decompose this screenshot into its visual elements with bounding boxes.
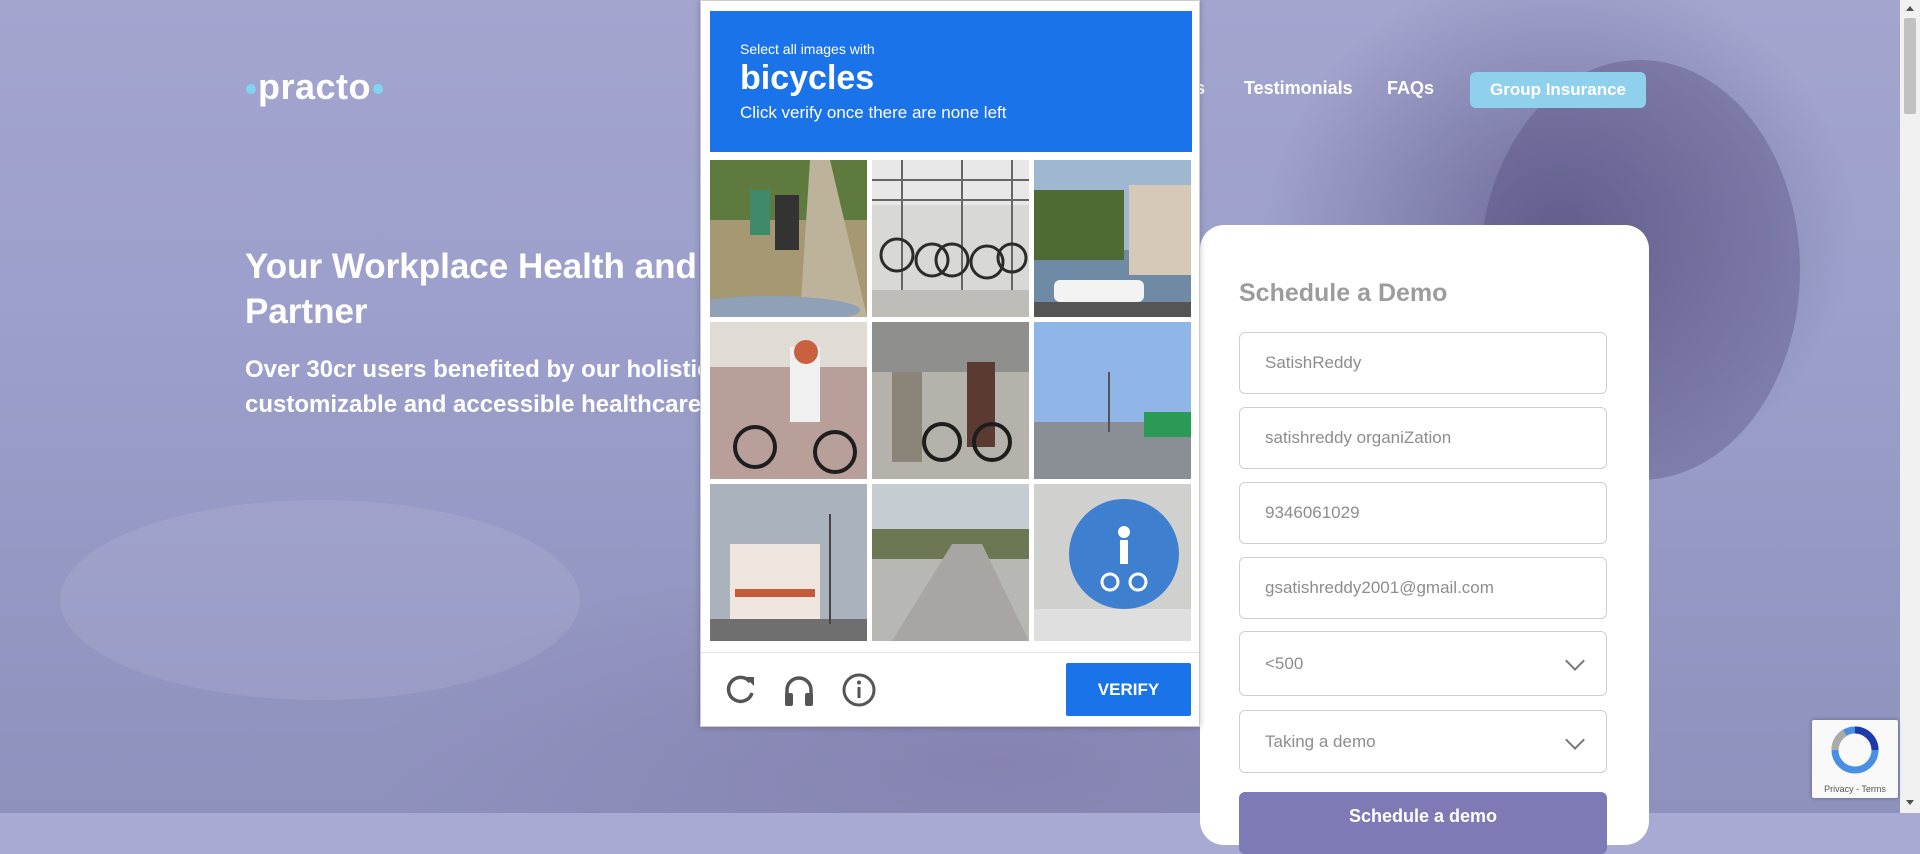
group-insurance-button[interactable]: Group Insurance bbox=[1470, 72, 1646, 108]
recaptcha-logo-icon bbox=[1831, 726, 1879, 774]
people-with-bicycle-image bbox=[872, 322, 1029, 479]
interest-select[interactable]: Taking a demo bbox=[1239, 710, 1607, 773]
road-with-bus-image bbox=[1034, 322, 1191, 479]
schedule-demo-card: Schedule a Demo SatishReddy satishreddy … bbox=[1200, 225, 1649, 854]
captcha-target-word: bicycles bbox=[740, 59, 875, 97]
captcha-instruction-header: Select all images with bicycles Click ve… bbox=[710, 11, 1192, 152]
recaptcha-privacy-terms[interactable]: Privacy - Terms bbox=[1812, 784, 1898, 794]
name-field[interactable]: SatishReddy bbox=[1239, 332, 1607, 394]
reload-icon[interactable] bbox=[721, 671, 759, 709]
bicycle-sign-image bbox=[1034, 484, 1191, 641]
page-scrollbar[interactable] bbox=[1900, 0, 1920, 813]
chevron-down-icon bbox=[1565, 730, 1585, 750]
background-blur bbox=[60, 500, 580, 700]
organization-field[interactable]: satishreddy organiZation bbox=[1239, 407, 1607, 469]
practo-logo[interactable]: practo bbox=[244, 66, 385, 108]
phone-field[interactable]: 9346061029 bbox=[1239, 482, 1607, 544]
captcha-tile-2[interactable] bbox=[872, 160, 1029, 317]
verify-button[interactable]: VERIFY bbox=[1066, 663, 1191, 716]
scroll-up-icon[interactable] bbox=[1906, 6, 1914, 11]
captcha-tile-1[interactable] bbox=[710, 160, 867, 317]
logo-dot-icon bbox=[246, 84, 256, 95]
logo-dot-icon bbox=[373, 84, 384, 95]
headphones-icon[interactable] bbox=[780, 671, 818, 709]
captcha-footer-divider bbox=[701, 652, 1199, 653]
info-icon[interactable] bbox=[840, 671, 878, 709]
parked-car-image bbox=[1034, 160, 1191, 317]
empty-road-image bbox=[872, 484, 1029, 641]
scroll-down-icon[interactable] bbox=[1906, 800, 1914, 805]
schedule-demo-title: Schedule a Demo bbox=[1239, 279, 1448, 307]
recaptcha-badge[interactable]: Privacy - Terms bbox=[1812, 720, 1898, 798]
person-on-bicycle-image bbox=[710, 322, 867, 479]
captcha-instruction: Select all images with bbox=[740, 41, 875, 57]
street-scene-image bbox=[710, 160, 867, 317]
captcha-hint: Click verify once there are none left bbox=[740, 103, 1007, 122]
schedule-demo-button[interactable]: Schedule a demo bbox=[1239, 792, 1607, 854]
email-field[interactable]: gsatishreddy2001@gmail.com bbox=[1239, 557, 1607, 619]
captcha-tile-9[interactable] bbox=[1034, 484, 1191, 641]
nav-link-faqs[interactable]: FAQs bbox=[1387, 78, 1434, 99]
chevron-down-icon bbox=[1565, 651, 1585, 671]
captcha-tile-3[interactable] bbox=[1034, 160, 1191, 317]
captcha-tile-8[interactable] bbox=[872, 484, 1029, 641]
captcha-tile-7[interactable] bbox=[710, 484, 867, 641]
scrollbar-thumb[interactable] bbox=[1904, 18, 1916, 114]
captcha-challenge-dialog: Select all images with bicycles Click ve… bbox=[700, 0, 1200, 727]
nav-link-testimonials[interactable]: Testimonials bbox=[1244, 78, 1353, 99]
captcha-tile-5[interactable] bbox=[872, 322, 1029, 479]
captcha-tile-4[interactable] bbox=[710, 322, 867, 479]
parked-bicycles-image bbox=[872, 160, 1029, 317]
company-size-select[interactable]: <500 bbox=[1239, 631, 1607, 696]
building-street-image bbox=[710, 484, 867, 641]
captcha-tile-6[interactable] bbox=[1034, 322, 1191, 479]
